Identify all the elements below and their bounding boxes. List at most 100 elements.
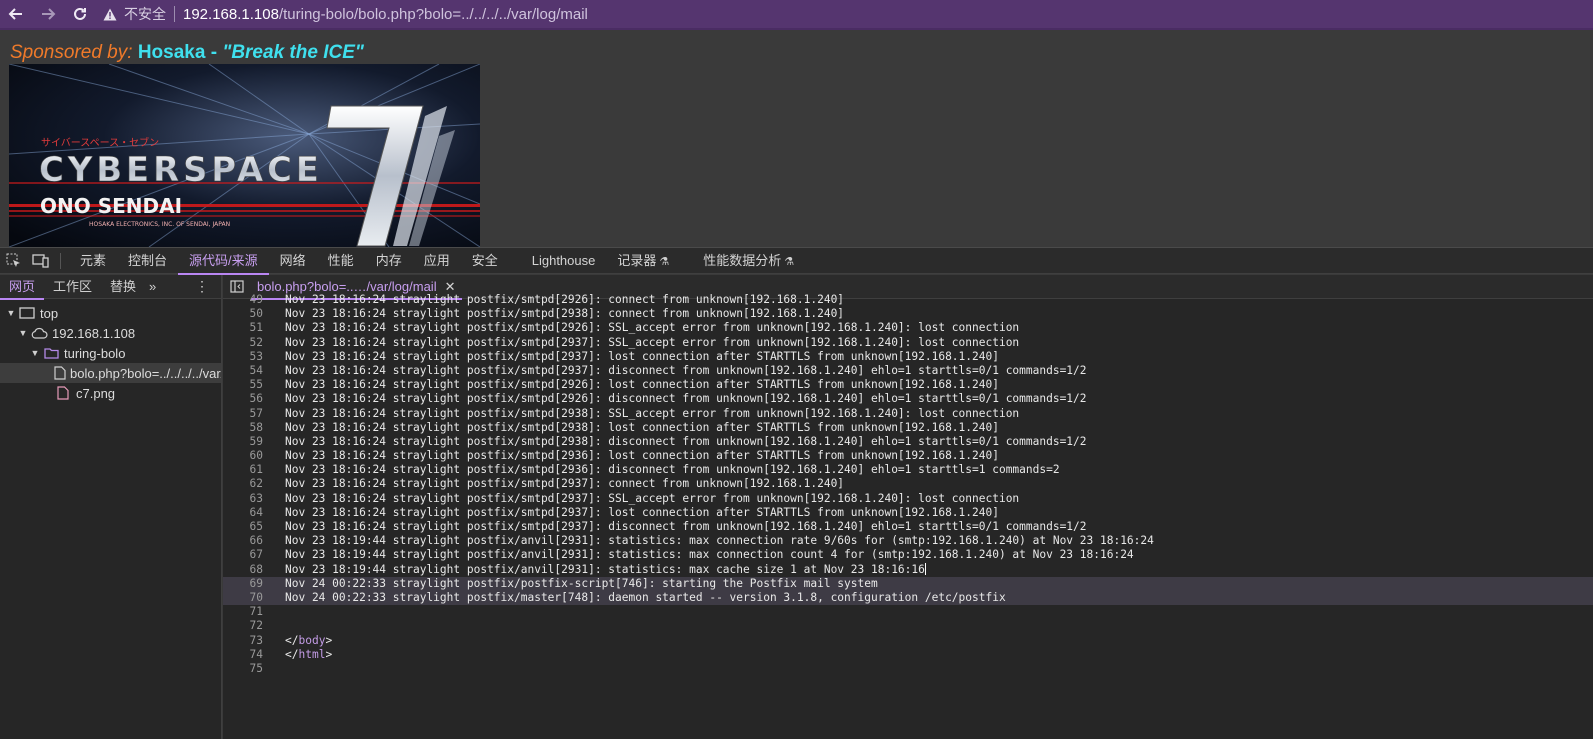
inspect-cursor-icon: [6, 253, 20, 267]
line-number[interactable]: 75: [223, 662, 285, 676]
reload-button[interactable]: [64, 0, 96, 29]
tab-security[interactable]: 安全: [461, 248, 509, 274]
code-line[interactable]: 62 Nov 23 18:16:24 straylight postfix/smt…: [223, 477, 1593, 491]
code-line[interactable]: 64 Nov 23 18:16:24 straylight postfix/smt…: [223, 506, 1593, 520]
line-number[interactable]: 72: [223, 619, 285, 633]
kebab-menu-icon[interactable]: ⋮: [195, 278, 209, 295]
line-text: Nov 23 18:19:44 straylight postfix/anvil…: [285, 548, 1134, 562]
line-number[interactable]: 68: [223, 563, 285, 577]
line-number[interactable]: 69: [223, 577, 285, 591]
more-tabs-chevron-icon[interactable]: »: [145, 279, 160, 294]
code-line[interactable]: 58 Nov 23 18:16:24 straylight postfix/smt…: [223, 421, 1593, 435]
tab-page[interactable]: 网页: [0, 275, 45, 300]
back-button[interactable]: [0, 0, 32, 29]
line-text: Nov 23 18:16:24 straylight postfix/smtpd…: [285, 349, 999, 363]
sources-navigator: 网页 工作区 替换 » ⋮ ▼ top ▼ 192.168.1.108 ▼ tu…: [0, 275, 222, 739]
line-text: Nov 23 18:16:24 straylight postfix/smtpd…: [285, 293, 845, 306]
tree-item-file-c7[interactable]: c7.png: [0, 383, 221, 403]
device-toolbar-button[interactable]: [27, 248, 54, 274]
code-line[interactable]: 70 Nov 24 00:22:33 straylight postfix/mas…: [223, 590, 1593, 606]
tree-item-file-bolo[interactable]: bolo.php?bolo=../../../../var/log/mail: [0, 363, 221, 383]
code-line[interactable]: 56 Nov 23 18:16:24 straylight postfix/smt…: [223, 392, 1593, 406]
warning-triangle-icon[interactable]: [102, 6, 118, 22]
tab-performance[interactable]: 性能: [317, 248, 365, 274]
code-line[interactable]: 61 Nov 23 18:16:24 straylight postfix/smt…: [223, 463, 1593, 477]
line-number[interactable]: 53: [223, 350, 285, 364]
code-line[interactable]: 71: [223, 605, 1593, 619]
code-line[interactable]: 63 Nov 23 18:16:24 straylight postfix/smt…: [223, 492, 1593, 506]
tab-recorder[interactable]: 记录器 ⚗: [606, 248, 680, 274]
tree-label-file-c7: c7.png: [76, 385, 116, 401]
tree-label-host: 192.168.1.108: [52, 325, 136, 341]
code-line[interactable]: 69 Nov 24 00:22:33 straylight postfix/pos…: [223, 576, 1593, 591]
inspect-element-button[interactable]: [0, 248, 27, 274]
line-number[interactable]: 63: [223, 492, 285, 506]
line-text: Nov 23 18:16:24 straylight postfix/smtpd…: [285, 520, 1087, 533]
tab-elements[interactable]: 元素: [69, 248, 117, 274]
expand-triangle-icon[interactable]: ▼: [18, 328, 28, 338]
code-line[interactable]: 51 Nov 23 18:16:24 straylight postfix/smt…: [223, 321, 1593, 335]
security-label[interactable]: 不安全: [124, 4, 166, 24]
line-number[interactable]: 57: [223, 407, 285, 421]
code-line[interactable]: 55 Nov 23 18:16:24 straylight postfix/smt…: [223, 378, 1593, 392]
tree-item-top[interactable]: ▼ top: [0, 303, 221, 323]
banner-tagline: HOSAKA ELECTRONICS, INC. OF SENDAI, JAPA…: [89, 221, 230, 228]
code-line[interactable]: 57 Nov 23 18:16:24 straylight postfix/smt…: [223, 407, 1593, 421]
tab-sources[interactable]: 源代码/来源: [178, 248, 269, 275]
line-number[interactable]: 62: [223, 477, 285, 491]
line-number[interactable]: 67: [223, 548, 285, 562]
line-number[interactable]: 64: [223, 506, 285, 520]
code-line[interactable]: 75: [223, 662, 1593, 676]
tab-lighthouse[interactable]: Lighthouse: [521, 248, 607, 274]
tab-performance-insights[interactable]: 性能数据分析 ⚗: [692, 248, 805, 274]
line-number[interactable]: 60: [223, 449, 285, 463]
line-number[interactable]: 55: [223, 378, 285, 392]
expand-triangle-icon[interactable]: ▼: [30, 348, 40, 358]
line-number[interactable]: 58: [223, 421, 285, 435]
line-number[interactable]: 51: [223, 321, 285, 335]
line-number[interactable]: 70: [223, 591, 285, 605]
line-number[interactable]: 56: [223, 392, 285, 406]
line-number[interactable]: 74: [223, 648, 285, 662]
tree-item-host[interactable]: ▼ 192.168.1.108: [0, 323, 221, 343]
line-number[interactable]: 73: [223, 634, 285, 648]
code-line[interactable]: 67 Nov 23 18:19:44 straylight postfix/anv…: [223, 548, 1593, 562]
line-number[interactable]: 71: [223, 605, 285, 619]
line-number[interactable]: 50: [223, 307, 285, 321]
code-line[interactable]: 65 Nov 23 18:16:24 straylight postfix/smt…: [223, 520, 1593, 534]
tree-item-folder[interactable]: ▼ turing-bolo: [0, 343, 221, 363]
code-line[interactable]: 54 Nov 23 18:16:24 straylight postfix/smt…: [223, 364, 1593, 378]
code-line[interactable]: 49 Nov 23 18:16:24 straylight postfix/smt…: [223, 293, 1593, 307]
line-number[interactable]: 49: [223, 293, 285, 307]
code-line[interactable]: 74 </html>: [223, 648, 1593, 662]
tab-application[interactable]: 应用: [413, 248, 461, 274]
banner-artwork: サイバースペース・セブン CYBERSPACE ONO SENDAI HOSAK…: [9, 64, 480, 247]
code-line[interactable]: 53 Nov 23 18:16:24 straylight postfix/smt…: [223, 350, 1593, 364]
line-number[interactable]: 52: [223, 336, 285, 350]
code-line[interactable]: 73 </body>: [223, 634, 1593, 648]
tab-overrides[interactable]: 替换: [101, 275, 145, 299]
tab-console[interactable]: 控制台: [117, 248, 178, 274]
expand-triangle-icon[interactable]: ▼: [6, 308, 16, 318]
code-view[interactable]: 49 Nov 23 18:16:24 straylight postfix/smt…: [223, 293, 1593, 676]
line-number[interactable]: 66: [223, 534, 285, 548]
forward-button[interactable]: [32, 0, 64, 29]
line-number[interactable]: 54: [223, 364, 285, 378]
line-text: Nov 23 18:16:24 straylight postfix/smtpd…: [285, 406, 1020, 420]
tab-network[interactable]: 网络: [269, 248, 317, 274]
code-line[interactable]: 52 Nov 23 18:16:24 straylight postfix/smt…: [223, 336, 1593, 350]
web-page: Sponsored by: Hosaka - "Break the ICE" サ…: [0, 32, 1593, 247]
code-line[interactable]: 72: [223, 619, 1593, 633]
tab-memory[interactable]: 内存: [365, 248, 413, 274]
code-line[interactable]: 59 Nov 23 18:16:24 straylight postfix/smt…: [223, 435, 1593, 449]
code-line[interactable]: 68 Nov 23 18:19:44 straylight postfix/anv…: [223, 562, 1593, 577]
address-bar[interactable]: 不安全 192.168.1.108/turing-bolo/bolo.php?b…: [102, 3, 588, 25]
line-number[interactable]: 65: [223, 520, 285, 534]
tab-workspace[interactable]: 工作区: [44, 275, 101, 299]
line-number[interactable]: 61: [223, 463, 285, 477]
code-line[interactable]: 66 Nov 23 18:19:44 straylight postfix/anv…: [223, 534, 1593, 548]
code-line[interactable]: 50 Nov 23 18:16:24 straylight postfix/smt…: [223, 307, 1593, 321]
code-line[interactable]: 60 Nov 23 18:16:24 straylight postfix/smt…: [223, 449, 1593, 463]
line-number[interactable]: 59: [223, 435, 285, 449]
omnibox-divider: [174, 6, 175, 22]
